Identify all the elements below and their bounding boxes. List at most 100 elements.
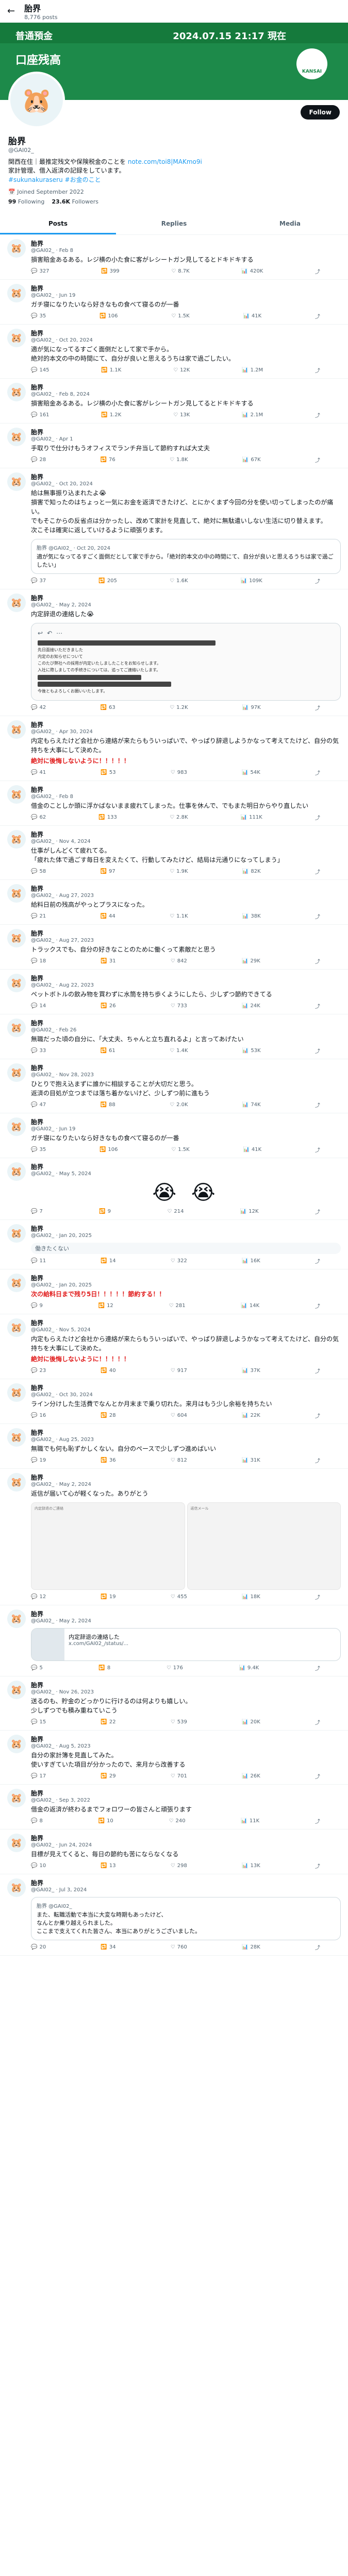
like-button[interactable]: ♡ 176 [167,1664,183,1672]
like-button[interactable]: ♡ 1.5K [171,1146,189,1154]
like-button[interactable]: ♡ 1.1K [170,912,188,920]
tweet-author-name[interactable]: 胎界 [31,594,341,602]
tweet-author-name[interactable]: 胎界 [31,1473,341,1482]
views-button[interactable]: 📊 111K [241,814,262,821]
reply-button[interactable]: 💬 145 [31,366,49,374]
retweet-button[interactable]: 🔁 1.2K [101,411,121,419]
reply-button[interactable]: 💬 327 [31,267,49,275]
views-button[interactable]: 📊 109K [241,577,262,585]
share-button[interactable]: ⤴ [315,1862,320,1870]
reply-button[interactable]: 💬 5 [31,1664,43,1672]
share-button[interactable]: ⤴ [315,1101,320,1109]
share-button[interactable]: ⤴ [315,456,320,464]
views-button[interactable]: 📊 14K [241,1302,259,1310]
share-button[interactable]: ⤴ [315,366,320,374]
views-button[interactable]: 📊 16K [242,1257,260,1265]
tweet-avatar[interactable]: 🐹 [7,1117,26,1137]
reply-button[interactable]: 💬 15 [31,1718,46,1726]
tweet-author-name[interactable]: 胎界 [31,830,341,839]
reply-icon[interactable]: ↩ [38,629,43,638]
tweet-avatar[interactable]: 🐹 [7,1681,26,1700]
share-button[interactable]: ⤴ [315,1456,320,1464]
reply-button[interactable]: 💬 8 [31,1817,43,1825]
tweet[interactable]: 🐹 胎界 @GAI02_ · Aug 22, 2023 ペットボトルの飲み物を買わずに… [0,970,348,1015]
like-button[interactable]: ♡ 281 [169,1302,186,1310]
tab-posts[interactable]: Posts [0,214,116,235]
tweet-avatar[interactable]: 🐹 [7,884,26,903]
views-button[interactable]: 📊 74K [242,1101,261,1109]
tweet-avatar[interactable]: 🐹 [7,1063,26,1082]
views-button[interactable]: 📊 28K [242,1943,260,1951]
tweet-author-name[interactable]: 胎界 [31,1318,341,1327]
reply-button[interactable]: 💬 35 [31,1146,46,1154]
retweet-button[interactable]: 🔁 63 [101,704,115,711]
tweet-author-name[interactable]: 胎界 [31,1117,341,1126]
views-button[interactable]: 📊 22K [242,1412,260,1419]
tweet[interactable]: 🐹 胎界 @GAI02_ · Feb 8 損害賠金あるある。レジ横の小た食に客がレシー… [0,235,348,280]
views-button[interactable]: 📊 24K [242,1002,260,1010]
tweet[interactable]: 🐹 胎界 @GAI02_ · Nov 4, 2024 仕事がしんどくて疲れてる。 「疲… [0,826,348,880]
bio-hashtags[interactable]: #sukunakuraseru #お金のこと [8,176,101,183]
tweet-author-name[interactable]: 胎界 [31,1019,341,1027]
tweet[interactable]: 🐹 胎界 @GAI02_ · Feb 26 無職だった頃の自分に、「大丈夫、ちゃんと立… [0,1014,348,1060]
face-image[interactable]: 😭 😭 [31,1181,341,1205]
retweet-button[interactable]: 🔁 14 [101,1257,115,1265]
views-button[interactable]: 📊 13K [242,1862,260,1870]
tweet-author-name[interactable]: 胎界 [31,785,341,794]
reply-button[interactable]: 💬 47 [31,1101,46,1109]
views-button[interactable]: 📊 29K [242,957,260,965]
tweet-avatar[interactable]: 🐹 [7,929,26,948]
tweet-author-name[interactable]: 胎界 [31,929,341,938]
share-button[interactable]: ⤴ [315,1146,320,1154]
tweet[interactable]: 🐹 胎界 @GAI02_ · May 2, 2024 内定辞退の連絡した x.com/G… [0,1605,348,1677]
reply-button[interactable]: 💬 11 [31,1257,46,1265]
retweet-button[interactable]: 🔁 8 [98,1664,110,1672]
reply-button[interactable]: 💬 19 [31,1456,46,1464]
tweet[interactable]: 🐹 胎界 @GAI02_ · Oct 20, 2024 適が気になってるすごく面倒だと… [0,325,348,379]
share-button[interactable]: ⤴ [315,1002,320,1010]
tweet[interactable]: 🐹 胎界 @GAI02_ · Jan 20, 2025 働きたくない 💬 11 🔁 14 ♡ 32… [0,1220,348,1270]
attached-image-left[interactable]: 内定辞退のご連絡 [31,1502,185,1590]
tweet-avatar[interactable]: 🐹 [7,1473,26,1492]
share-button[interactable]: ⤴ [315,267,320,275]
tweet[interactable]: 🐹 胎界 @GAI02_ · Jun 19 ガチ寝になりたいなら好きなもの食べて寝るの… [0,1113,348,1159]
share-button[interactable]: ⤴ [315,1047,320,1055]
like-button[interactable]: ♡ 1.9K [170,868,188,875]
tweet-author-name[interactable]: 胎界 [31,1063,341,1072]
tweet[interactable]: 🐹 胎界 @GAI02_ · May 5, 2024 😭 😭 💬 7 🔁 9 ♡ 214 📊 12K ⤴ [0,1158,348,1221]
share-button[interactable]: ⤴ [315,1208,320,1215]
tweet[interactable]: 🐹 胎界 @GAI02_ · Aug 25, 2023 無職でも何も恥ずかしくない。自… [0,1424,348,1469]
like-button[interactable]: ♡ 760 [171,1943,187,1951]
share-button[interactable]: ⤴ [315,912,320,920]
retweet-button[interactable]: 🔁 1.1K [101,366,121,374]
retweet-button[interactable]: 🔁 61 [101,1047,115,1055]
tweet[interactable]: 🐹 胎界 @GAI02_ · Aug 5, 2023 自分の家計簿を見直してみた。 使… [0,1731,348,1785]
like-button[interactable]: ♡ 322 [171,1257,187,1265]
reply-button[interactable]: 💬 18 [31,957,46,965]
tweet-author-name[interactable]: 胎界 [31,974,341,982]
tweet-avatar[interactable]: 🐹 [7,1274,26,1293]
share-button[interactable]: ⤴ [315,577,320,585]
retweet-button[interactable]: 🔁 44 [101,912,115,920]
tweet-avatar[interactable]: 🐹 [7,284,26,303]
retweet-button[interactable]: 🔁 106 [100,312,118,320]
share-button[interactable]: ⤴ [315,1367,320,1375]
tweet-avatar[interactable]: 🐹 [7,1428,26,1447]
views-button[interactable]: 📊 37K [242,1367,260,1375]
views-button[interactable]: 📊 82K [242,868,261,875]
reply-button[interactable]: 💬 33 [31,1047,46,1055]
tweet[interactable]: 🐹 胎界 @GAI02_ · May 2, 2024 内定辞退の連絡した😭 ↩ ↶ ⋯ 先日面… [0,589,348,717]
share-button[interactable]: ⤴ [315,704,320,711]
share-button[interactable]: ⤴ [315,1943,320,1951]
profile-avatar[interactable]: 🐹 [8,72,65,128]
like-button[interactable]: ♡ 604 [171,1412,187,1419]
tweet-author-name[interactable]: 胎界 [31,1162,341,1171]
bio-link[interactable]: note.com/toi8|MAKmo9i [128,158,202,165]
retweet-button[interactable]: 🔁 399 [101,267,120,275]
views-button[interactable]: 📊 2.1M [242,411,263,419]
retweet-button[interactable]: 🔁 28 [101,1412,115,1419]
share-button[interactable]: ⤴ [315,769,320,776]
tweet-avatar[interactable]: 🐹 [7,830,26,849]
quoted-tweet[interactable]: 胎界 @GAI02_ また、転職活動で本当に大変な時期もあったけど、 なんとか乗り… [31,1897,341,1941]
tweet-author-name[interactable]: 胎界 [31,329,341,337]
